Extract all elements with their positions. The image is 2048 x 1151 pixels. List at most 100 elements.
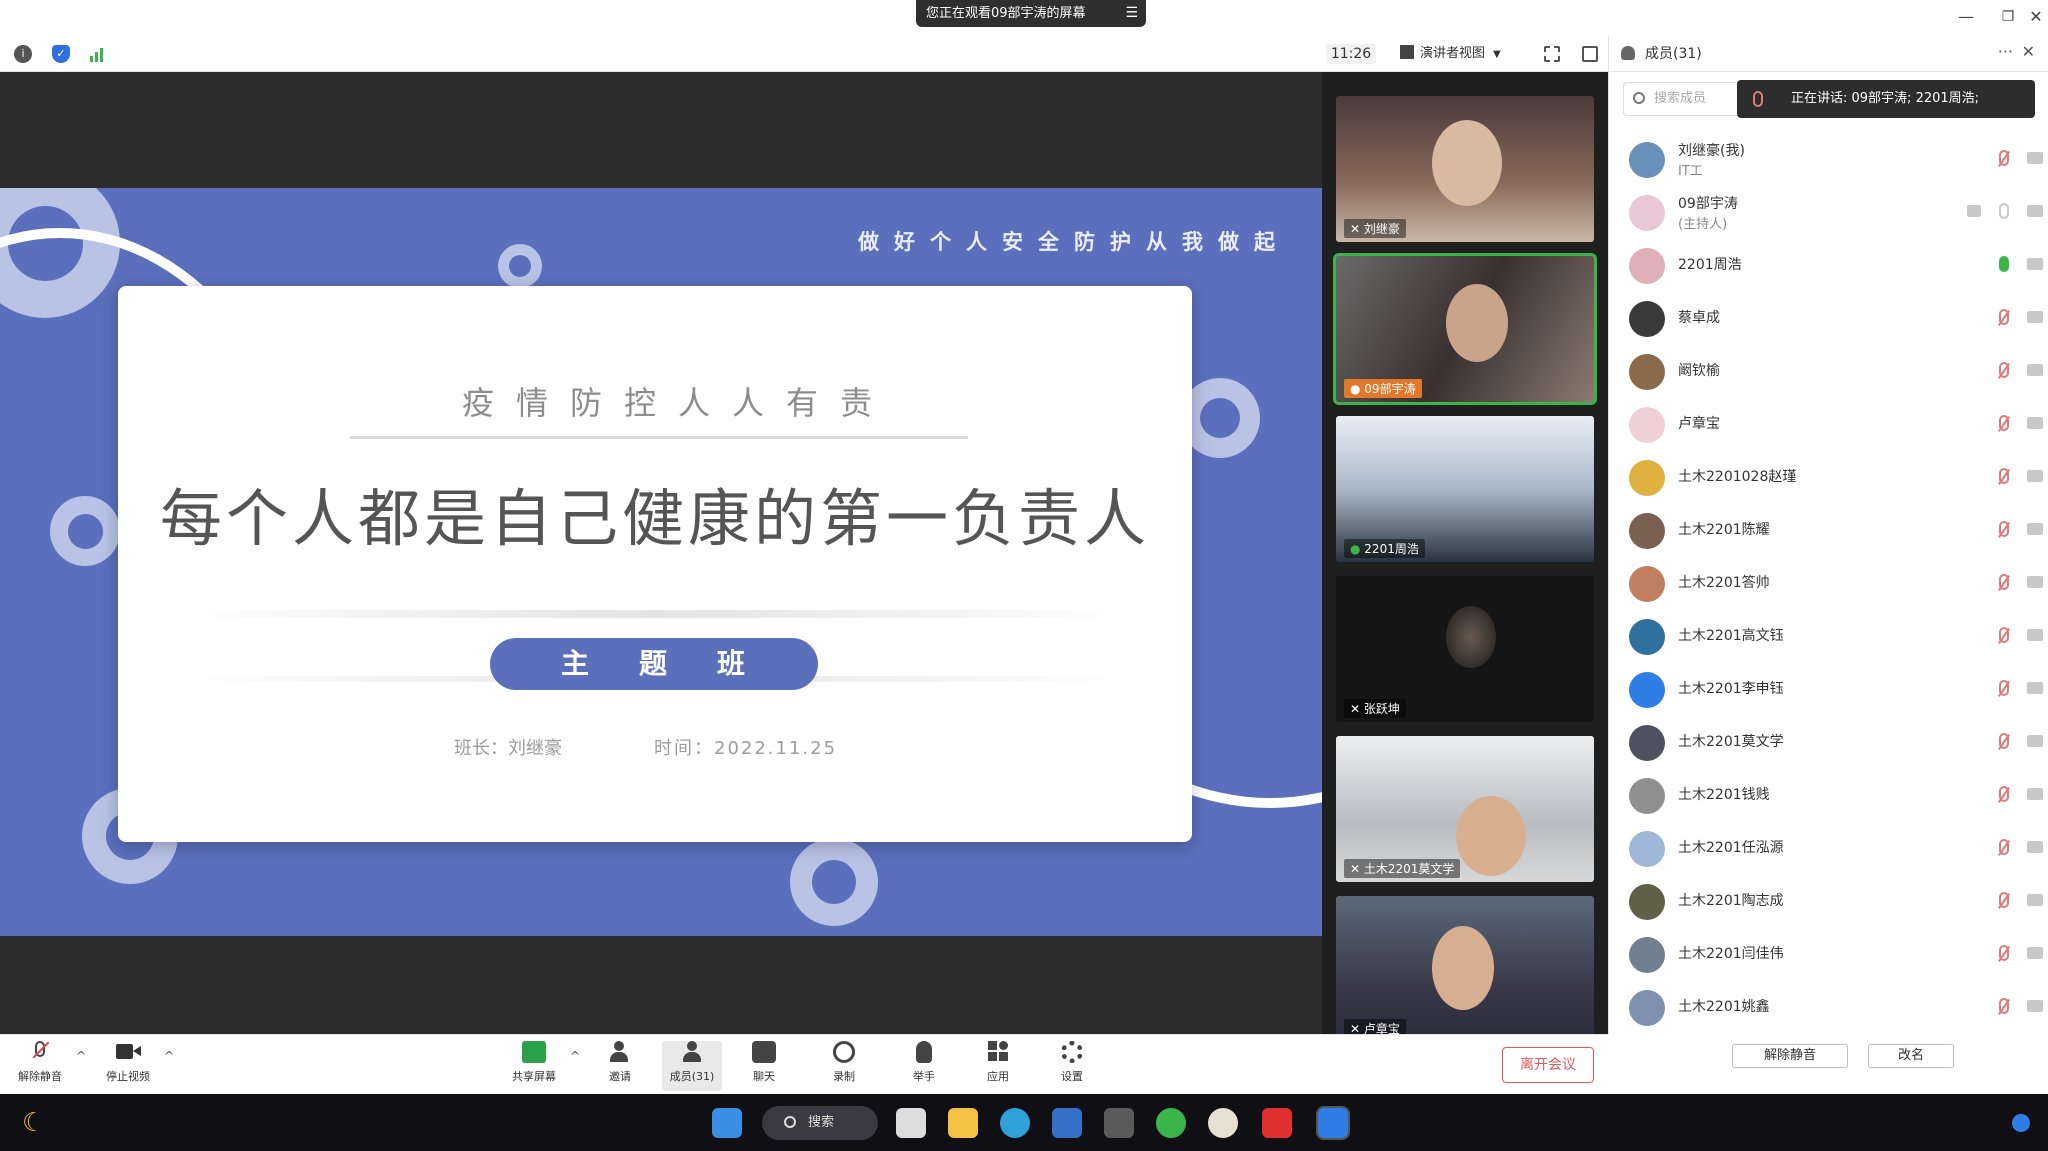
member-row[interactable]: 蔡卓成 [1609,291,2048,343]
camera-icon[interactable] [2027,152,2043,164]
view-mode-dropdown[interactable]: 演讲者视图 ▼ [1400,44,1526,64]
stop-video-button[interactable]: 停止视频 [98,1041,158,1091]
muted-mic-icon[interactable] [1999,998,2009,1014]
video-tile[interactable]: ● 2201周浩 [1336,416,1594,562]
rename-button[interactable]: 改名 [1868,1044,1954,1068]
camera-icon[interactable] [2027,629,2043,641]
member-row[interactable]: 土木2201028赵瑾 [1609,450,2048,502]
camera-icon[interactable] [2027,841,2043,853]
member-row[interactable]: 土木2201高文钰 [1609,609,2048,661]
member-row[interactable]: 土木2201姚鑫 [1609,980,2048,1032]
apps-button[interactable]: 应用 [968,1041,1028,1091]
camera-icon[interactable] [2027,947,2043,959]
muted-mic-icon[interactable] [1999,150,2009,166]
more-options-icon[interactable]: ··· [1998,42,2013,61]
close-window-icon[interactable]: ✕ [2022,6,2048,28]
camera-icon[interactable] [2027,788,2043,800]
members-button[interactable]: 成员(31) [662,1041,722,1091]
app-icon[interactable] [1104,1108,1134,1138]
signal-icon[interactable] [90,46,106,62]
camera-icon[interactable] [2027,311,2043,323]
mic-icon[interactable] [1999,256,2009,272]
member-row[interactable]: 09部宇涛 (主持人) [1609,185,2048,237]
unmute-all-button[interactable]: 解除静音 [1732,1044,1848,1068]
camera-icon[interactable] [2027,205,2043,217]
member-row[interactable]: 土木2201答帅 [1609,556,2048,608]
notification-icon[interactable] [2012,1114,2030,1132]
layout-icon[interactable] [1582,46,1598,62]
video-tile[interactable]: ✕ 张跃坤 [1336,576,1594,722]
settings-button[interactable]: 设置 [1042,1041,1102,1091]
leave-meeting-button[interactable]: 离开会议 [1502,1047,1594,1083]
member-row[interactable]: 土木2201钱贱 [1609,768,2048,820]
invite-button[interactable]: 邀请 [590,1041,650,1091]
wps-icon[interactable] [1262,1108,1292,1138]
shield-icon[interactable]: ✓ [52,45,70,63]
xbox-icon[interactable] [1156,1108,1186,1138]
camera-icon[interactable] [2027,364,2043,376]
start-menu-icon[interactable] [712,1108,742,1138]
camera-icon[interactable] [2027,523,2043,535]
file-explorer-icon[interactable] [948,1108,978,1138]
video-tile[interactable]: ✕ 刘继豪 [1336,96,1594,242]
member-row[interactable]: 刘继豪(我) IT工 [1609,132,2048,184]
weather-moon-icon[interactable]: ☾ [22,1108,45,1138]
close-panel-icon[interactable]: ✕ [2022,42,2035,61]
mic-icon[interactable] [1999,203,2009,219]
camera-icon[interactable] [2027,576,2043,588]
taskbar-search[interactable]: 搜索 [762,1106,878,1140]
task-view-icon[interactable] [896,1108,926,1138]
video-options-caret[interactable]: ^ [164,1049,174,1063]
menu-icon[interactable]: ☰ [1125,0,1138,27]
camera-icon[interactable] [2027,470,2043,482]
muted-mic-icon[interactable] [1999,945,2009,961]
share-options-caret[interactable]: ^ [570,1049,580,1063]
muted-mic-icon[interactable] [1999,680,2009,696]
member-row[interactable]: 阚钦榆 [1609,344,2048,396]
muted-mic-icon[interactable] [1999,362,2009,378]
muted-mic-icon[interactable] [1999,627,2009,643]
member-row[interactable]: 土木2201李申钰 [1609,662,2048,714]
video-tile[interactable]: ✕ 土木2201莫文学 [1336,736,1594,882]
fullscreen-icon[interactable] [1544,46,1560,62]
muted-mic-icon[interactable] [1999,892,2009,908]
record-button[interactable]: 录制 [814,1041,874,1091]
video-tile[interactable]: ✕ 卢章宝 [1336,896,1594,1042]
camera-icon[interactable] [2027,417,2043,429]
muted-mic-icon[interactable] [1999,733,2009,749]
member-row[interactable]: 土木2201陈耀 [1609,503,2048,555]
restore-icon[interactable]: ❐ [1994,6,2022,28]
info-icon[interactable]: i [14,45,32,63]
edge-browser-icon[interactable] [1000,1108,1030,1138]
muted-mic-icon[interactable] [1999,309,2009,325]
video-tile-active[interactable]: ● 09部宇涛 [1333,253,1597,405]
screen-share-banner[interactable]: 您正在观看09部宇涛的屏幕 ☰ [916,0,1146,27]
muted-mic-icon[interactable] [1999,415,2009,431]
member-name: 土木2201李申钰 [1678,681,1784,697]
camera-icon[interactable] [2027,735,2043,747]
audio-options-caret[interactable]: ^ [76,1049,86,1063]
member-row[interactable]: 土木2201莫文学 [1609,715,2048,767]
muted-mic-icon[interactable] [1999,468,2009,484]
meeting-app-icon[interactable] [1316,1106,1350,1140]
app-icon[interactable] [1208,1108,1238,1138]
camera-icon[interactable] [2027,258,2043,270]
camera-icon[interactable] [2027,894,2043,906]
member-row[interactable]: 卢章宝 [1609,397,2048,449]
chat-button[interactable]: 聊天 [734,1041,794,1091]
muted-mic-icon[interactable] [1999,521,2009,537]
camera-icon[interactable] [2027,682,2043,694]
store-icon[interactable] [1052,1108,1082,1138]
camera-icon[interactable] [2027,1000,2043,1012]
muted-mic-icon[interactable] [1999,839,2009,855]
member-row[interactable]: 土木2201任泓源 [1609,821,2048,873]
member-row[interactable]: 土木2201陶志成 [1609,874,2048,926]
muted-mic-icon[interactable] [1999,786,2009,802]
muted-mic-icon[interactable] [1999,574,2009,590]
minimize-icon[interactable]: — [1952,6,1980,28]
member-row[interactable]: 土木2201闫佳伟 [1609,927,2048,979]
unmute-button[interactable]: 解除静音 [10,1041,70,1091]
share-screen-button[interactable]: 共享屏幕 [504,1041,564,1091]
member-row[interactable]: 2201周浩 [1609,238,2048,290]
raise-hand-button[interactable]: 举手 [894,1041,954,1091]
